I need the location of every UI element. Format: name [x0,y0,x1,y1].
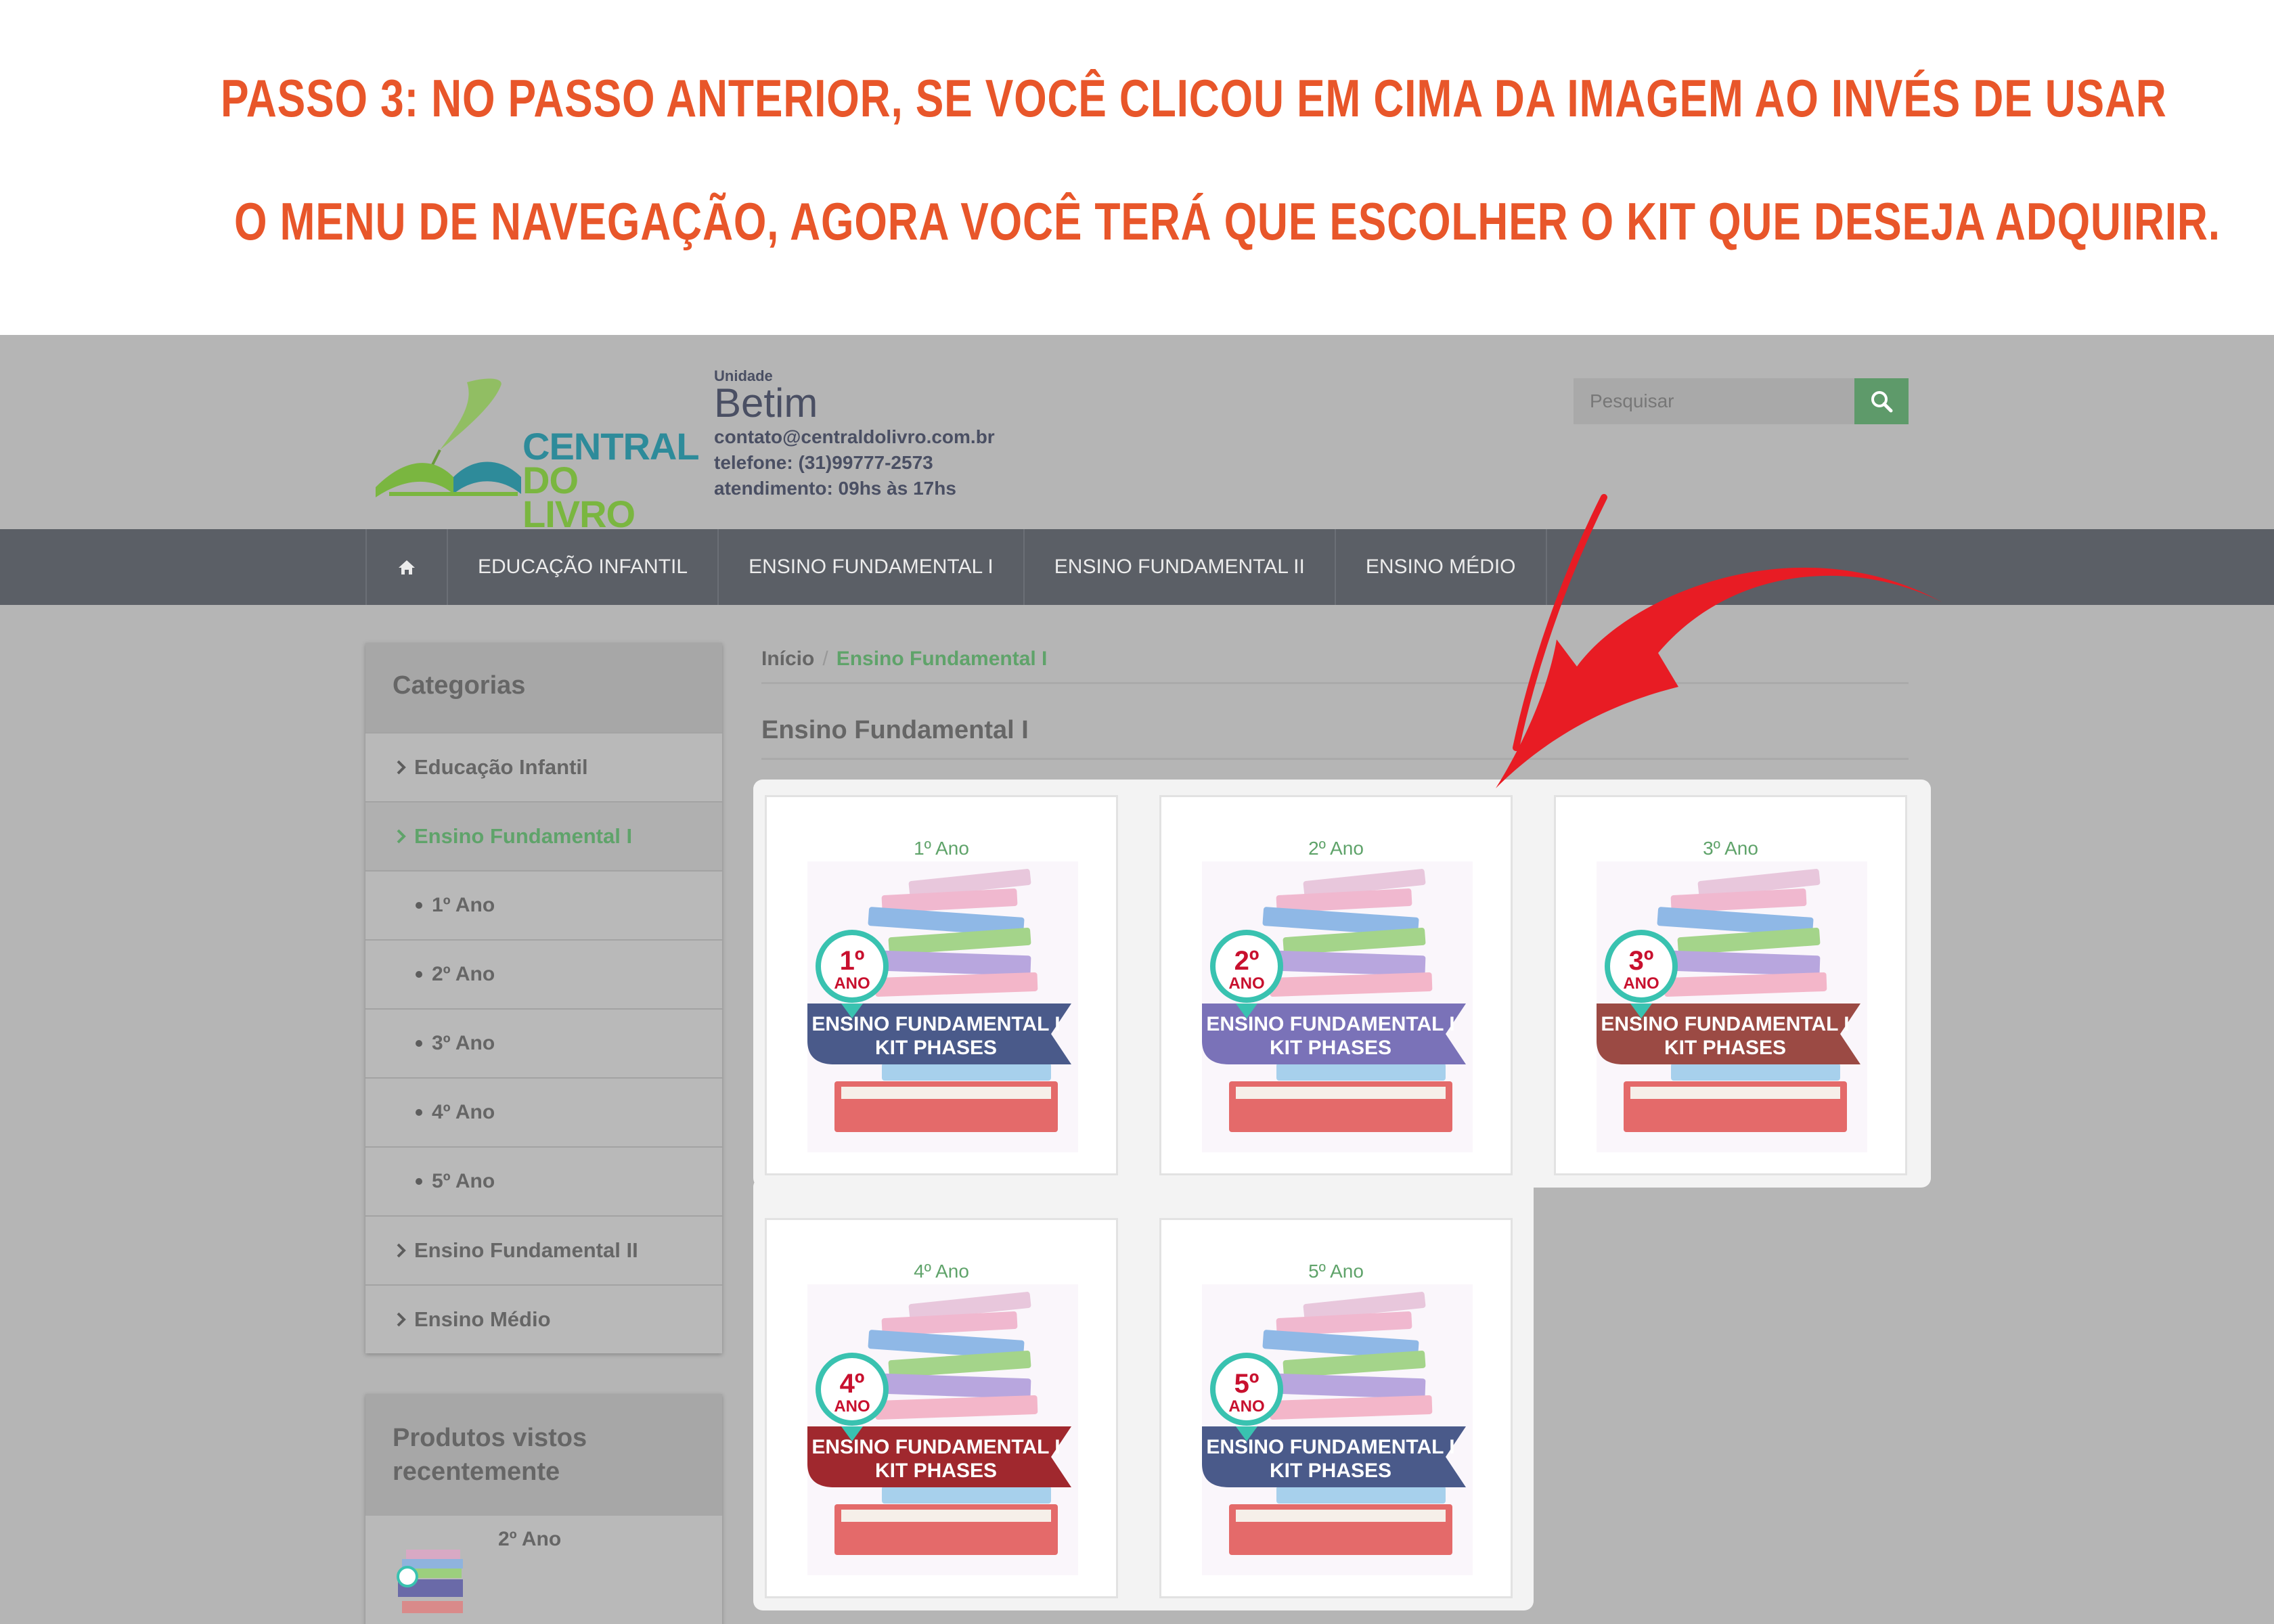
red-arrow-annotation [1496,494,1942,788]
ribbon-line-2: KIT PHASES [875,1460,997,1482]
product-name: 5º Ano [1308,1261,1364,1282]
categories-panel: Categorias Educação Infantil Ensino Fund… [365,643,722,1353]
category-educacao-infantil[interactable]: Educação Infantil [365,732,722,801]
book [882,1063,1051,1081]
product-image: ENSINO FUNDAMENTAL IKIT PHASES 5ºANO [1202,1284,1473,1575]
badge-number: 4º [840,1369,865,1399]
recently-viewed-panel: Produtos vistos recentemente 2º Ano [365,1394,722,1624]
subcategory-4-ano[interactable]: 4º Ano [365,1077,722,1146]
breadcrumb-current[interactable]: Ensino Fundamental I [837,648,1048,670]
opening-hours: atendimento: 09hs às 17hs [714,478,956,499]
bullet-icon [416,1178,422,1185]
subcategory-label: 2º Ano [432,963,495,985]
ribbon-line-1: ENSINO FUNDAMENTAL I [811,1436,1060,1458]
recently-viewed-title: Produtos vistos recentemente [365,1394,722,1516]
book-quill-icon [376,378,521,497]
breadcrumb-home[interactable]: Início [761,648,814,670]
instruction-banner: PASSO 3: NO PASSO ANTERIOR, SE VOCÊ CLIC… [0,0,2274,335]
chevron-right-icon [397,829,406,844]
chevron-right-icon [397,1312,406,1327]
product-image: ENSINO FUNDAMENTAL IKIT PHASES 1ºANO [807,861,1078,1152]
logo-line-2: DO LIVRO [522,459,636,535]
product-image: ENSINO FUNDAMENTAL IKIT PHASES 2ºANO [1202,861,1473,1152]
subcategory-5-ano[interactable]: 5º Ano [365,1146,722,1215]
badge-number: 2º [1234,946,1259,976]
badge-word: ANO [1228,1397,1264,1416]
subcategory-label: 1º Ano [432,894,495,916]
ribbon-line-2: KIT PHASES [1270,1460,1391,1482]
ribbon-line-1: ENSINO FUNDAMENTAL I [1206,1436,1454,1458]
unit-info: Unidade Betim contato@centraldolivro.com… [714,367,995,501]
ribbon-line-2: KIT PHASES [1270,1037,1391,1059]
nav-home[interactable] [367,529,448,605]
breadcrumb-separator: / [822,648,828,670]
book [1671,1063,1840,1081]
category-label: Ensino Médio [414,1307,551,1331]
breadcrumb: Início / Ensino Fundamental I [761,648,1047,671]
ribbon-line-2: KIT PHASES [875,1037,997,1059]
instruction-line-1: PASSO 3: NO PASSO ANTERIOR, SE VOCÊ CLIC… [221,68,2167,128]
badge-word: ANO [834,974,870,993]
ribbon-line-1: ENSINO FUNDAMENTAL I [811,1013,1060,1035]
product-name: 2º Ano [1308,838,1364,859]
chevron-right-icon [397,1243,406,1258]
home-icon [399,560,415,574]
subcategory-1-ano[interactable]: 1º Ano [365,870,722,939]
book [1276,1486,1446,1504]
product-card-1-ano[interactable]: 1º Ano ENSINO FUNDAMENTAL I KIT PHASES 1º A… [765,795,1118,1175]
unit-city: Betim [714,380,818,426]
badge-word: ANO [834,1397,870,1416]
category-ensino-fundamental-2[interactable]: Ensino Fundamental II [365,1215,722,1284]
category-label: Ensino Fundamental I [414,824,633,848]
subcategory-label: 4º Ano [432,1101,495,1123]
category-label: Educação Infantil [414,755,588,779]
book-pages [1236,1510,1446,1522]
categories-title: Categorias [365,643,722,732]
book-pages [841,1510,1051,1522]
badge-number: 1º [840,946,865,976]
book-pages [1236,1087,1446,1099]
product-card-4-ano[interactable]: 4º Ano ENSINO FUNDAMENTAL I KIT PHASES 4º A… [765,1218,1118,1598]
ribbon-line-1: ENSINO FUNDAMENTAL I [1206,1013,1454,1035]
instruction-line-2: O MENU DE NAVEGAÇÃO, AGORA VOCÊ TERÁ QUE… [234,191,2221,251]
category-ensino-fundamental-1[interactable]: Ensino Fundamental I [365,801,722,870]
contact-phone: telefone: (31)99777-2573 [714,452,933,473]
category-ensino-medio[interactable]: Ensino Médio [365,1284,722,1353]
product-name: 4º Ano [914,1261,969,1282]
recent-product-title: 2º Ano [498,1528,562,1550]
recent-product[interactable]: 2º Ano [393,1528,561,1617]
product-image: ENSINO FUNDAMENTAL IKIT PHASES 4ºANO [807,1284,1078,1575]
chevron-right-icon [397,760,406,775]
badge-number: 5º [1234,1369,1259,1399]
page-title: Ensino Fundamental I [761,716,1029,744]
nav-ensino-fundamental-1[interactable]: ENSINO FUNDAMENTAL I [719,529,1025,605]
bullet-icon [416,971,422,978]
subcategory-label: 3º Ano [432,1032,495,1054]
product-card-2-ano[interactable]: 2º Ano ENSINO FUNDAMENTAL I KIT PHASES 2º A… [1159,795,1513,1175]
book [1276,1063,1446,1081]
site-logo[interactable]: CENTRAL DO LIVRO [365,376,700,533]
book-pages [1630,1087,1840,1099]
subcategory-label: 5º Ano [432,1170,495,1192]
book-pages [841,1087,1051,1099]
subcategory-3-ano[interactable]: 3º Ano [365,1008,722,1077]
website-screenshot: CENTRAL DO LIVRO Unidade Betim contato@c… [0,335,2274,1624]
category-label: Ensino Fundamental II [414,1238,638,1262]
nav-educacao-infantil[interactable]: EDUCAÇÃO INFANTIL [448,529,719,605]
bullet-icon [416,1040,422,1047]
badge-word: ANO [1228,974,1264,993]
product-card-5-ano[interactable]: 5º Ano ENSINO FUNDAMENTAL I KIT PHASES 5º A… [1159,1218,1513,1598]
contact-email: contato@centraldolivro.com.br [714,426,995,447]
bullet-icon [416,902,422,909]
bullet-icon [416,1109,422,1116]
subcategory-2-ano[interactable]: 2º Ano [365,939,722,1008]
book [882,1486,1051,1504]
product-thumbnail [397,1550,463,1613]
product-name: 1º Ano [914,838,969,859]
nav-ensino-fundamental-2[interactable]: ENSINO FUNDAMENTAL II [1025,529,1336,605]
